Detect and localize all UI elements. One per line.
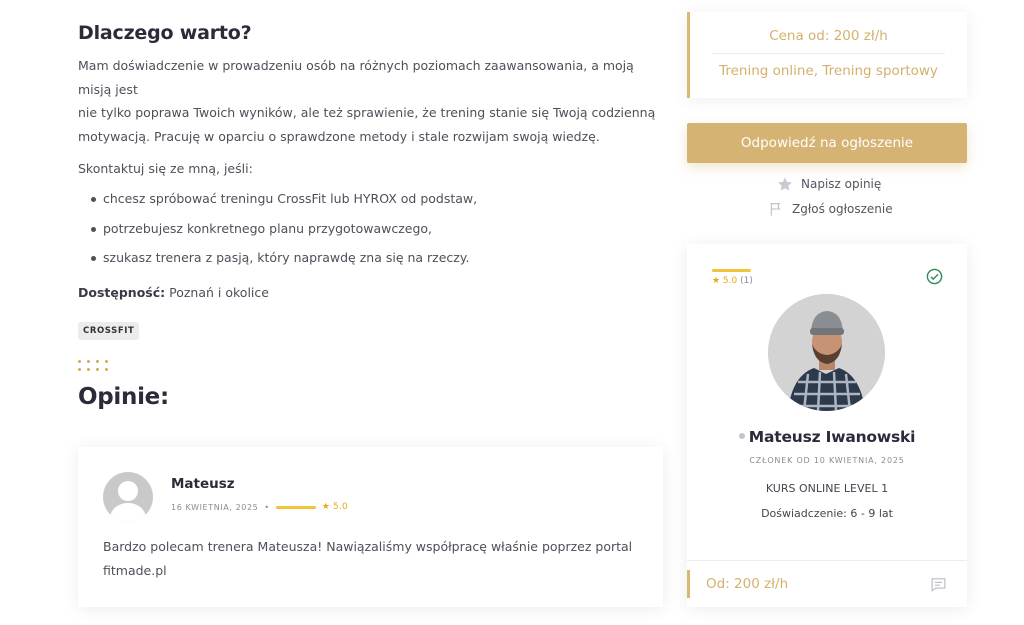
trainer-name[interactable]: Mateusz Iwanowski [687, 428, 967, 446]
trainer-photo [768, 294, 885, 411]
avatar [103, 472, 153, 522]
review-text: Bardzo polecam trenera Mateusza! Nawiąza… [103, 535, 633, 582]
contact-intro: Skontaktuj się ze mną, jeśli: [78, 161, 253, 176]
status-dot [738, 433, 745, 439]
description-section: Dlaczego warto? Mam doświadczenie w prow… [78, 22, 663, 410]
bullet-item: szukasz trenera z pasją, który naprawdę … [78, 248, 663, 278]
profile-footer: Od: 200 zł/h [687, 560, 967, 607]
tag-crossfit[interactable]: CROSSFIT [78, 321, 140, 340]
write-review-link[interactable]: Napisz opinię [777, 176, 881, 192]
report-listing-label: Zgłoś ogłoszenie [792, 202, 893, 216]
review-rating: ★ 5.0 [321, 502, 348, 512]
write-review-label: Napisz opinię [801, 177, 882, 191]
why-paragraph-line: motywacją. Pracuję w oparciu o sprawdzon… [78, 128, 600, 144]
availability: Dostępność: Poznań i okolice [78, 283, 663, 303]
flag-icon [770, 203, 781, 216]
rating-bar [712, 269, 751, 272]
review-meta: 16 KWIETNIA, 2025 • ★ 5.0 [171, 502, 348, 512]
check-circle-icon [926, 268, 943, 285]
review-text-line: Bardzo polecam trenera Mateusza! Nawiąza… [103, 539, 633, 554]
meta-separator: • [264, 502, 270, 512]
course: KURS ONLINE LEVEL 1 [765, 482, 889, 495]
trainer-profile-card: ★ 5.0 (1) Mateusz Iwanowski CZŁONEK OD 1… [687, 244, 967, 607]
rating-bar [275, 505, 316, 509]
experience: Doświadczenie: 6 - 9 lat [761, 507, 893, 520]
report-listing-link[interactable]: Zgłoś ogłoszenie [768, 201, 893, 217]
why-paragraph-line: Mam doświadczenie w prowadzeniu osób na … [78, 58, 634, 97]
bullet-list: chcesz spróbować treningu CrossFit lub H… [78, 189, 663, 278]
star-icon [778, 177, 792, 191]
review-card: Mateusz 16 KWIETNIA, 2025 • ★ 5.0 Bardzo… [78, 447, 663, 607]
price-from: Cena od: 200 zł/h [712, 28, 945, 54]
review-date: 16 KWIETNIA, 2025 [171, 502, 259, 512]
why-paragraph: Mam doświadczenie w prowadzeniu osób na … [78, 54, 663, 148]
price-card: Cena od: 200 zł/h Trening online, Trenin… [687, 12, 967, 98]
opinions-heading: Opinie: [78, 383, 169, 410]
member-since: CZŁONEK OD 10 KWIETNIA, 2025 [749, 456, 905, 465]
profile-price: Od: 200 zł/h [687, 570, 788, 598]
availability-value: Poznań i okolice [169, 284, 269, 300]
chat-icon[interactable] [930, 576, 947, 593]
reply-button[interactable]: Odpowiedź na ogłoszenie [687, 123, 967, 163]
profile-rating-count: (1) [740, 276, 753, 286]
review-text-line: fitmade.pl [103, 562, 167, 578]
bullet-item: potrzebujesz konkretnego planu przygotow… [78, 219, 663, 249]
why-paragraph-line: nie tylko poprawa Twoich wyników, ale te… [78, 105, 656, 120]
availability-label: Dostępność: [78, 284, 166, 300]
profile-rating: ★ 5.0 (1) [712, 276, 753, 286]
review-author: Mateusz [171, 476, 235, 492]
decorative-dots [78, 359, 112, 371]
trainer-name-text: Mateusz Iwanowski [748, 428, 916, 446]
profile-rating-value: ★ 5.0 [712, 276, 738, 286]
bullet-item: chcesz spróbować treningu CrossFit lub H… [78, 189, 663, 219]
categories: Trening online, Trening sportowy [719, 63, 938, 79]
why-heading: Dlaczego warto? [78, 22, 252, 44]
